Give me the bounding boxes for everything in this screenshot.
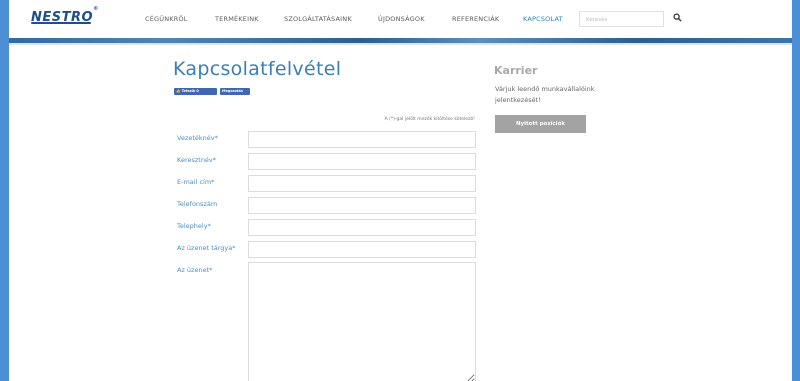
phone-label: Telefonszám [177, 200, 218, 208]
career-title: Karrier [494, 64, 538, 77]
logo-mark: ® [93, 5, 99, 12]
phone-field[interactable] [248, 197, 476, 214]
email-label: E-mail cím* [177, 178, 215, 186]
page-title: Kapcsolatfelvétel [173, 58, 342, 80]
search-input[interactable]: Keresés [579, 11, 664, 27]
nav-item-referenciak[interactable]: REFERENCIÁK [452, 15, 499, 23]
nav-item-cegunkrol[interactable]: CÉGÜNKRŐL [145, 15, 188, 23]
facebook-like-button[interactable]: 👍 Tetszik 0 [174, 88, 217, 95]
message-field[interactable] [248, 262, 476, 381]
nav-item-kapcsolat[interactable]: KAPCSOLAT [523, 15, 563, 23]
subject-label: Az üzenet tárgya* [177, 244, 236, 252]
site-field[interactable] [248, 219, 476, 236]
career-text: Várjuk leendő munkavállalóink jelentkezé… [495, 85, 595, 104]
required-fields-note: A (*)-gal jelölt mezők kitöltése kötelez… [384, 117, 475, 122]
page-frame: NESTRO® CÉGÜNKRŐL TERMÉKEINK SZOLGÁLTATÁ… [9, 0, 792, 381]
open-positions-button[interactable]: Nyitott pozíciók [495, 115, 586, 133]
facebook-share-button[interactable]: Megosztás [220, 88, 250, 95]
search-icon[interactable] [673, 13, 682, 22]
firstname-label: Keresztnév* [177, 156, 217, 164]
nav-item-ujdonsagok[interactable]: ÚJDONSÁGOK [378, 15, 425, 23]
logo-swoosh [31, 22, 91, 24]
subject-field[interactable] [248, 241, 476, 258]
lastname-field[interactable] [248, 131, 476, 148]
header-divider [9, 43, 792, 45]
nav-item-szolgaltatasaink[interactable]: SZOLGÁLTATÁSAINK [284, 15, 352, 23]
site-label: Telephely* [177, 222, 211, 230]
firstname-field[interactable] [248, 153, 476, 170]
lastname-label: Vezetéknév* [177, 134, 218, 142]
email-field[interactable] [248, 175, 476, 192]
header: NESTRO® CÉGÜNKRŐL TERMÉKEINK SZOLGÁLTATÁ… [9, 0, 792, 38]
message-label: Az üzenet* [177, 266, 213, 274]
nav-item-termekeink[interactable]: TERMÉKEINK [215, 15, 259, 23]
